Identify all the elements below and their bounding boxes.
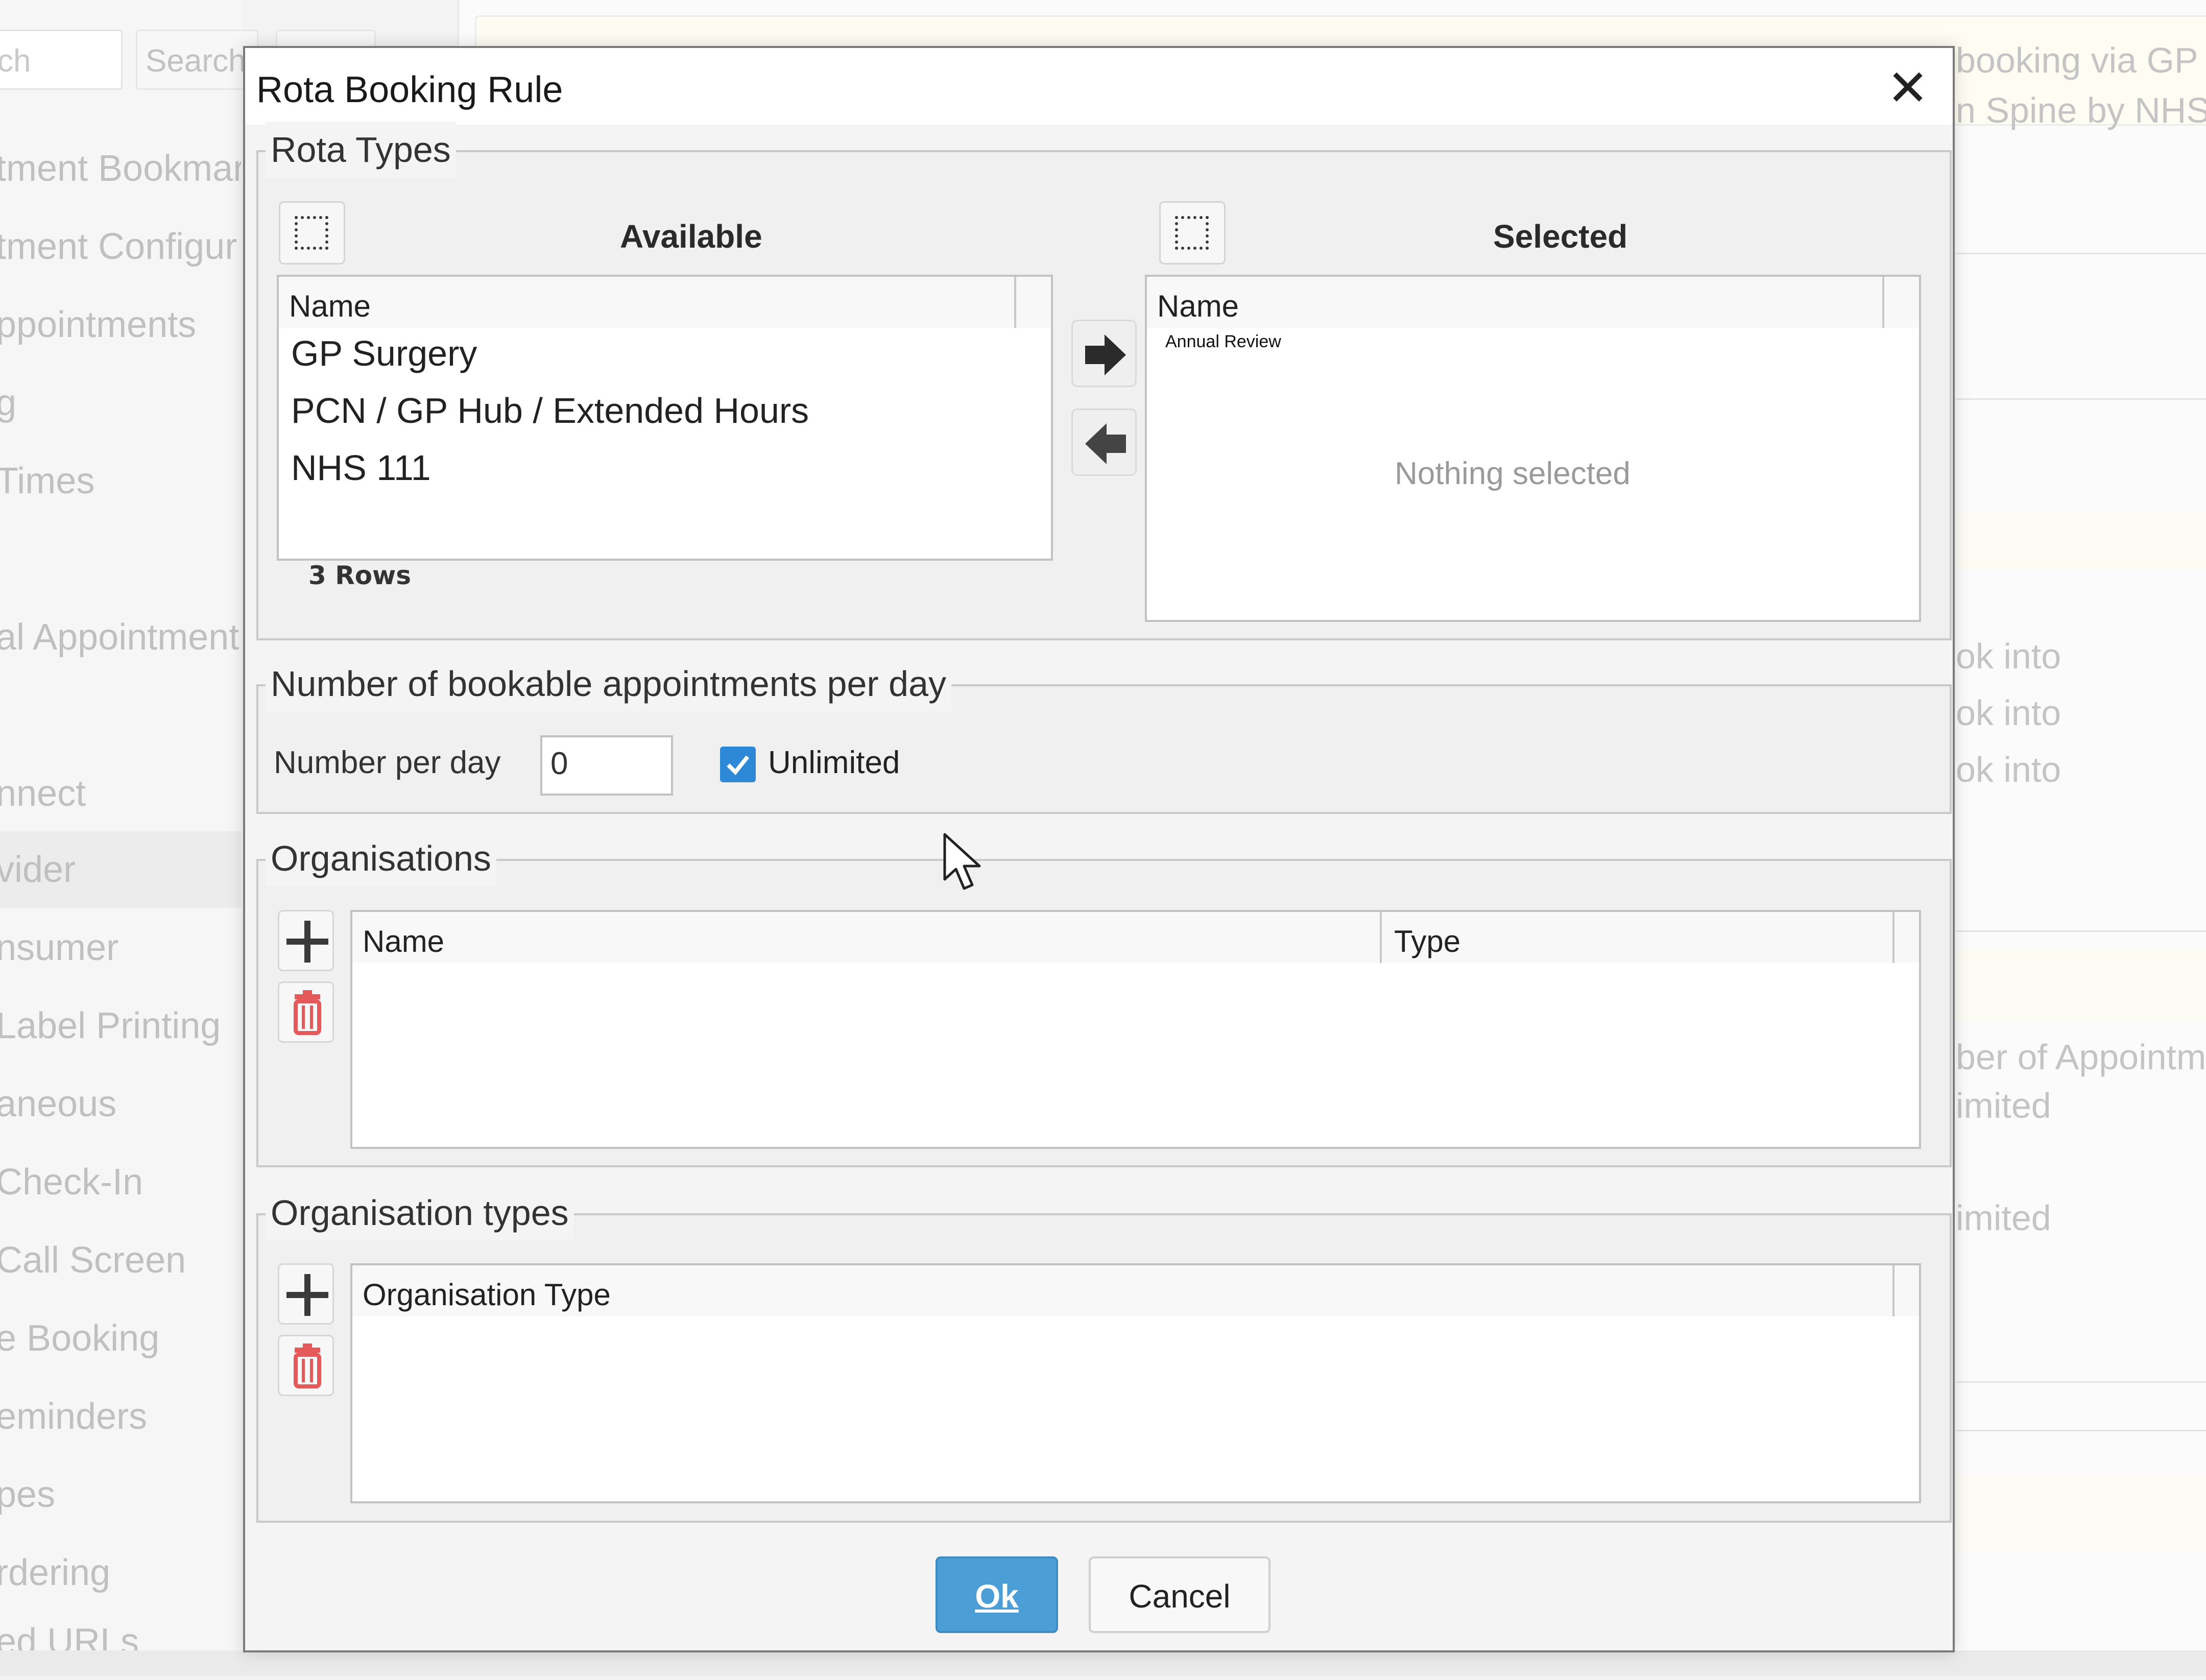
select-all-icon <box>1175 216 1209 250</box>
background-divider <box>1956 1381 2206 1383</box>
organisation-name-column-header[interactable]: Name <box>363 912 444 963</box>
move-left-button[interactable] <box>1071 409 1137 476</box>
dialog-title-bar[interactable]: Rota Booking Rule ✕ <box>245 48 1953 125</box>
selected-title: Selected <box>1493 218 1628 255</box>
background-nav-item[interactable]: pes <box>0 1456 241 1533</box>
organisation-types-group: Organisation types Organisation Type <box>256 1185 1952 1523</box>
cancel-button[interactable]: Cancel <box>1089 1556 1270 1633</box>
organisation-type-column-header[interactable]: Type <box>1394 912 1460 963</box>
add-organisation-type-button[interactable] <box>278 1263 334 1325</box>
organisations-table-header: Name Type <box>352 912 1919 963</box>
background-nav-item[interactable]: tment Configur <box>0 208 241 285</box>
close-icon[interactable]: ✕ <box>1882 62 1933 113</box>
background-nav-item[interactable]: e Booking <box>0 1300 241 1377</box>
available-list[interactable]: Name GP Surgery PCN / GP Hub / Extended … <box>277 275 1053 561</box>
background-nav-item[interactable]: Label Printing <box>0 988 241 1064</box>
background-row-highlight <box>1956 511 2206 569</box>
plus-icon <box>286 921 328 963</box>
empty-placeholder: Nothing selected <box>1395 456 1630 491</box>
organisation-type-column-header[interactable]: Organisation Type <box>363 1265 611 1316</box>
column-separator[interactable] <box>1892 1265 1895 1316</box>
selected-list-header: Name <box>1147 277 1919 328</box>
background-text: booking via GP <box>1956 40 2198 80</box>
background-nav-item[interactable]: Check-In <box>0 1144 241 1220</box>
bookable-appointments-group: Number of bookable appointments per day … <box>256 656 1952 814</box>
number-per-day-input[interactable]: 0 <box>540 735 673 796</box>
background-divider <box>1956 398 2206 400</box>
background-search-input[interactable]: ch <box>0 30 123 90</box>
background-row-highlight <box>1956 1476 2206 1552</box>
rota-types-group: Rota Types Available Name GP Surgery PCN… <box>256 122 1952 640</box>
rota-types-legend: Rota Types <box>266 122 456 178</box>
background-nav-item[interactable]: g <box>0 365 241 441</box>
add-organisation-button[interactable] <box>278 910 334 971</box>
trash-icon <box>294 990 321 1035</box>
background-nav-item[interactable]: tment Bookmar <box>0 130 241 207</box>
selected-overlay-text: Annual Review <box>1165 332 1281 351</box>
background-nav-item[interactable]: rdering <box>0 1534 241 1611</box>
column-separator[interactable] <box>1014 277 1016 328</box>
organisations-table[interactable]: Name Type <box>350 910 1921 1149</box>
list-item[interactable]: NHS 111 <box>291 447 431 488</box>
select-all-available-button[interactable] <box>279 201 345 265</box>
background-divider <box>1956 1430 2206 1431</box>
background-nav-item[interactable]: aneous <box>0 1066 241 1142</box>
background-search-button[interactable]: Search <box>136 30 258 90</box>
selected-list[interactable]: Name Annual Review Nothing selected <box>1145 275 1921 622</box>
available-title: Available <box>620 218 762 255</box>
mouse-cursor-icon <box>943 833 981 890</box>
column-separator[interactable] <box>1882 277 1884 328</box>
organisation-types-table-header: Organisation Type <box>352 1265 1919 1316</box>
background-divider <box>1956 930 2206 932</box>
background-text: imited <box>1956 1086 2051 1125</box>
background-nav-item[interactable]: nnect <box>0 755 241 832</box>
background-text: ok into <box>1956 636 2061 676</box>
trash-icon <box>294 1343 321 1388</box>
plus-icon <box>286 1274 328 1316</box>
background-row-highlight <box>1956 950 2206 1021</box>
column-separator[interactable] <box>1380 912 1382 963</box>
background-nav-item[interactable]: Times <box>0 443 241 519</box>
ok-button[interactable]: Ok <box>936 1556 1058 1633</box>
arrow-right-icon <box>1085 334 1126 375</box>
list-item[interactable]: PCN / GP Hub / Extended Hours <box>291 390 809 431</box>
rota-booking-rule-dialog: Rota Booking Rule ✕ Rota Types Available… <box>243 46 1955 1652</box>
background-divider <box>1956 253 2206 254</box>
organisation-types-legend: Organisation types <box>266 1185 574 1241</box>
background-nav-item[interactable]: eminders <box>0 1378 241 1455</box>
available-row-count: 3 Rows <box>308 561 412 590</box>
background-nav-item[interactable]: ppointments <box>0 286 241 363</box>
organisation-types-table[interactable]: Organisation Type <box>350 1263 1921 1503</box>
delete-organisation-button[interactable] <box>278 981 334 1043</box>
delete-organisation-type-button[interactable] <box>278 1335 334 1396</box>
column-separator[interactable] <box>1892 912 1895 963</box>
organisations-group: Organisations Name Type <box>256 830 1952 1167</box>
unlimited-checkbox[interactable] <box>720 747 756 782</box>
background-text: ber of Appointme <box>1956 1037 2206 1077</box>
unlimited-label[interactable]: Unlimited <box>768 745 900 781</box>
background-text: ok into <box>1956 750 2061 789</box>
background-nav-item-active[interactable]: vider <box>0 831 241 908</box>
background-text: n Spine by NHS <box>1956 90 2206 130</box>
dialog-title: Rota Booking Rule <box>256 69 563 110</box>
organisations-legend: Organisations <box>266 830 496 886</box>
bookable-appointments-legend: Number of bookable appointments per day <box>266 656 952 712</box>
select-all-icon <box>295 216 328 250</box>
background-text: imited <box>1956 1198 2051 1238</box>
background-nav-item[interactable]: al Appointment <box>0 599 241 676</box>
background-status-bar <box>0 1650 2206 1676</box>
number-per-day-label: Number per day <box>274 745 501 780</box>
available-name-column-header[interactable]: Name <box>289 277 371 328</box>
arrow-left-icon <box>1085 423 1126 464</box>
background-nav-item[interactable]: Call Screen <box>0 1222 241 1299</box>
available-list-header: Name <box>279 277 1051 328</box>
selected-name-column-header[interactable]: Name <box>1157 277 1239 328</box>
select-all-selected-button[interactable] <box>1159 201 1226 265</box>
background-nav-item[interactable]: nsumer <box>0 909 241 986</box>
background-text: ok into <box>1956 693 2061 733</box>
checkmark-icon <box>727 755 750 775</box>
list-item[interactable]: GP Surgery <box>291 333 477 374</box>
move-right-button[interactable] <box>1071 320 1137 387</box>
